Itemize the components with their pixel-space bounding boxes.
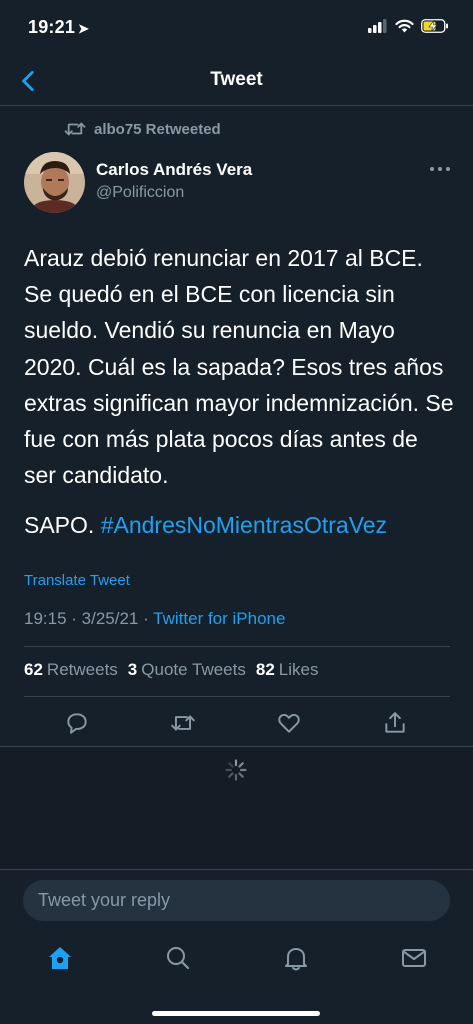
replies-loading-area [0,747,473,869]
battery-charging-icon [421,19,448,33]
more-options-icon[interactable] [429,164,451,174]
translate-tweet-link[interactable]: Translate Tweet [24,572,130,589]
tweet-client-link[interactable]: Twitter for iPhone [153,609,285,628]
like-heart-icon[interactable] [276,710,302,736]
search-icon[interactable] [164,944,192,972]
retweet-icon [64,122,86,136]
home-icon[interactable] [46,944,74,972]
retweets-stat[interactable]: 62 Retweets [24,660,118,680]
likes-label: Likes [278,660,319,679]
tweet-timestamp: 19:15 · 3/25/21 · [24,609,154,628]
status-time: 19:21 ➤ [28,17,89,38]
nav-bar: Tweet [0,56,473,106]
divider [24,646,450,647]
wifi-icon [395,19,414,33]
tweet-text: Arauz debió renunciar en 2017 al BCE. Se… [24,245,454,489]
retweeted-by-label: albo75 Retweeted [94,120,221,138]
tweet-text-tail: SAPO. #AndresNoMientrasOtraVez [24,507,387,543]
avatar[interactable] [24,152,85,213]
cellular-signal-icon [368,19,387,33]
quote-tweets-stat[interactable]: 3 Quote Tweets [128,660,246,680]
tweet-meta: 19:15 · 3/25/21 · Twitter for iPhone [24,609,285,629]
author-handle[interactable]: @Polificcion [96,184,184,202]
tweet-stats: 62 Retweets 3 Quote Tweets 82 Likes [24,660,318,680]
retweet-action-icon[interactable] [170,710,196,736]
reply-bar [0,869,473,932]
divider [24,696,450,697]
page-title: Tweet [210,69,263,90]
status-icons [368,19,449,33]
retweets-label: Retweets [46,660,118,679]
likes-stat[interactable]: 82 Likes [256,660,319,680]
messages-icon[interactable] [400,944,428,972]
author-name[interactable]: Carlos Andrés Vera [96,160,252,180]
status-bar: 19:21 ➤ [0,0,473,56]
status-time-text: 19:21 [28,17,76,37]
share-icon[interactable] [382,710,408,736]
retweet-context[interactable]: albo75 Retweeted [64,120,221,138]
tweet-actions [0,706,473,738]
hashtag-link[interactable]: #AndresNoMientrasOtraVez [101,512,387,538]
tab-bar [0,932,473,1024]
home-indicator [152,1011,320,1016]
tweet-tail-text: SAPO. [24,512,95,538]
tweet-detail: albo75 Retweeted Carlos Andrés Vera @Pol… [0,106,473,746]
quote-tweets-label: Quote Tweets [141,660,246,679]
reply-input[interactable] [23,880,450,921]
reply-icon[interactable] [64,710,90,736]
retweets-count: 62 [24,660,43,679]
quote-tweets-count: 3 [127,660,138,679]
location-arrow-icon: ➤ [78,21,90,36]
likes-count: 82 [255,660,275,679]
notifications-icon[interactable] [282,944,310,972]
loading-spinner-icon [225,759,247,781]
